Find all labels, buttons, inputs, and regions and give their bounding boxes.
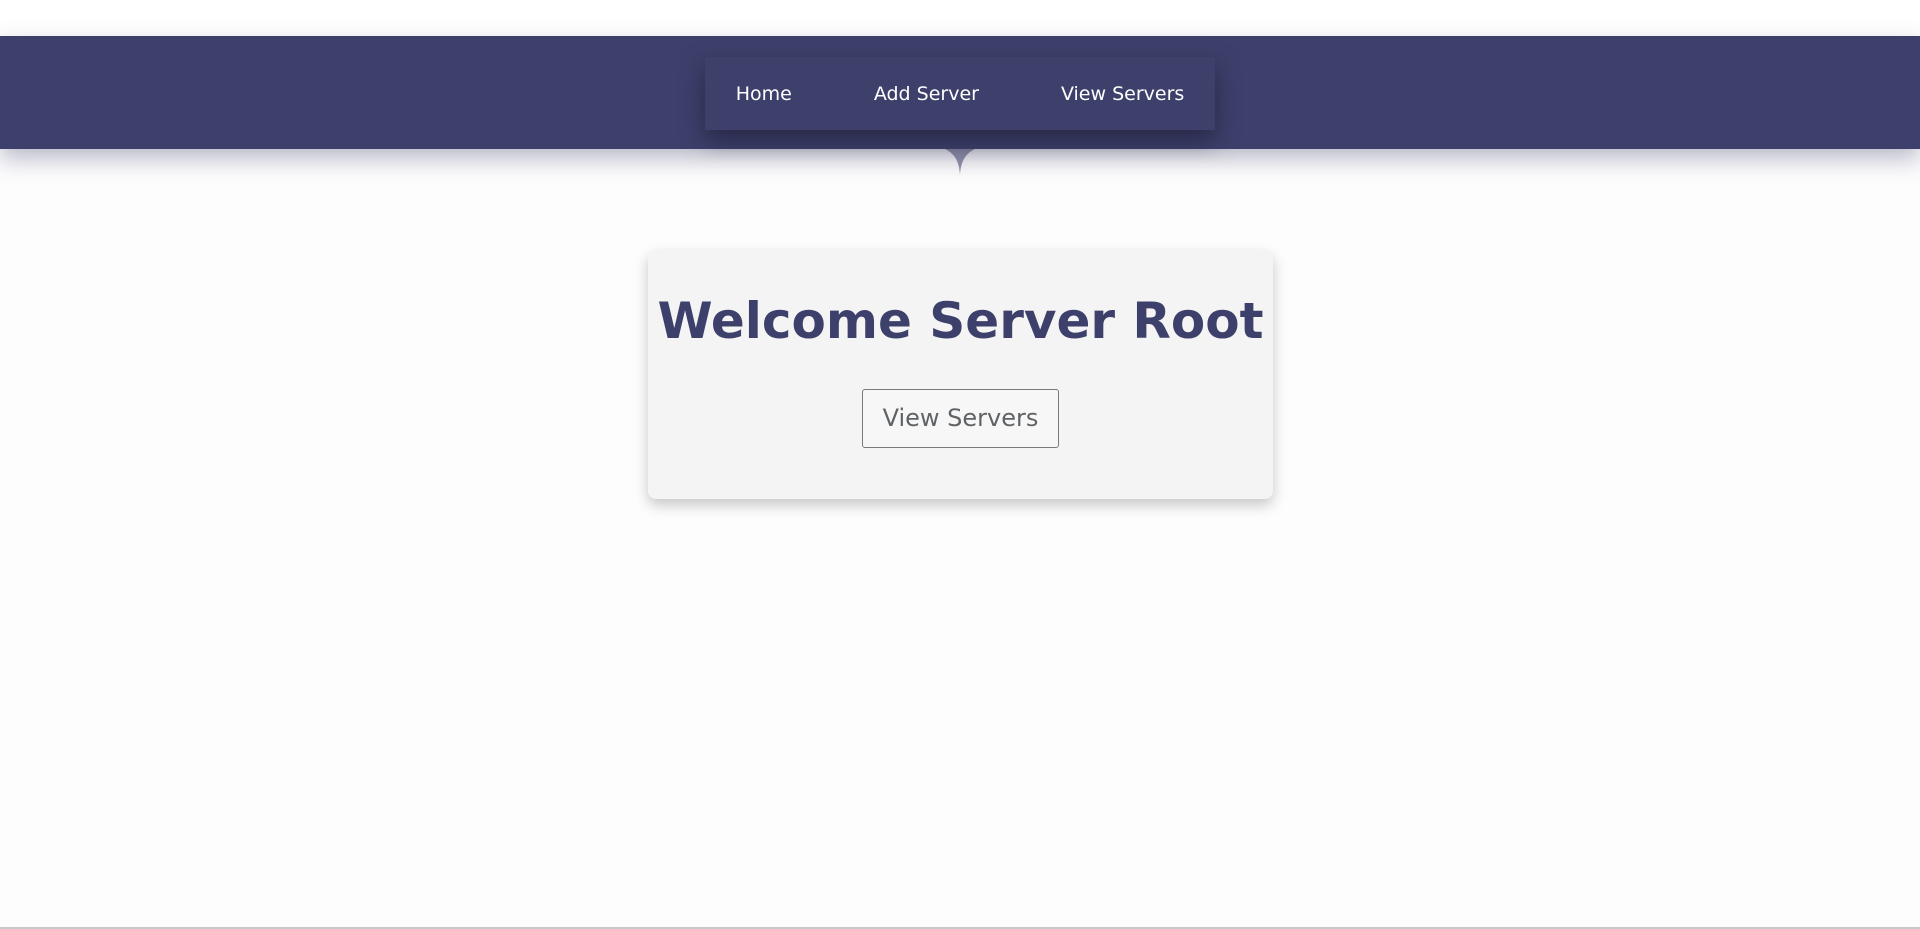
page-title: Welcome Server Root: [657, 292, 1264, 350]
main-nav: Home Add Server View Servers: [705, 57, 1215, 130]
nav-link-add-server[interactable]: Add Server: [833, 83, 1020, 105]
view-servers-button[interactable]: View Servers: [861, 389, 1060, 448]
welcome-card: Welcome Server Root View Servers: [648, 250, 1273, 499]
nav-link-view-servers[interactable]: View Servers: [1020, 83, 1225, 105]
nav-link-home[interactable]: Home: [695, 83, 833, 105]
top-strip: [0, 0, 1920, 36]
nav-pointer-notch: [945, 149, 975, 175]
